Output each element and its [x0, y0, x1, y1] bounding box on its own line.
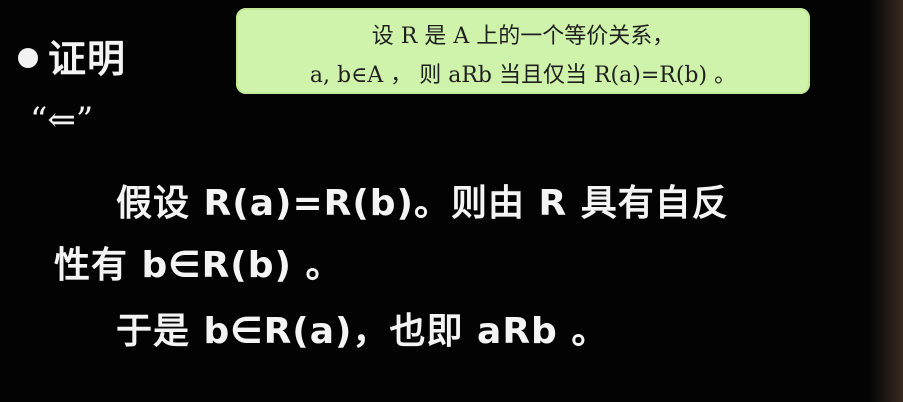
- slide-title: 证明: [48, 37, 127, 81]
- frame-edge: [869, 0, 903, 402]
- proof-direction: “⇐”: [30, 100, 94, 140]
- proof-line-2: 性有 b∈R(b) 。: [54, 245, 343, 286]
- callout-line-1: 设 R 是 A 上的一个等价关系，: [371, 24, 675, 49]
- callout-line-2: a, b∈A ， 则 aRb 当且仅当 R(a)=R(b) 。: [309, 63, 737, 88]
- slide: 证明 设 R 是 A 上的一个等价关系， a, b∈A ， 则 aRb 当且仅当…: [0, 0, 903, 402]
- proof-line-1: 假设 R(a)=R(b)。则由 R 具有自反: [116, 183, 729, 224]
- bullet-row: 证明: [18, 28, 126, 83]
- definition-callout: 设 R 是 A 上的一个等价关系， a, b∈A ， 则 aRb 当且仅当 R(…: [236, 8, 810, 94]
- bullet-dot-icon: [18, 47, 38, 68]
- proof-line-3: 于是 b∈R(a)，也即 aRb 。: [116, 311, 609, 352]
